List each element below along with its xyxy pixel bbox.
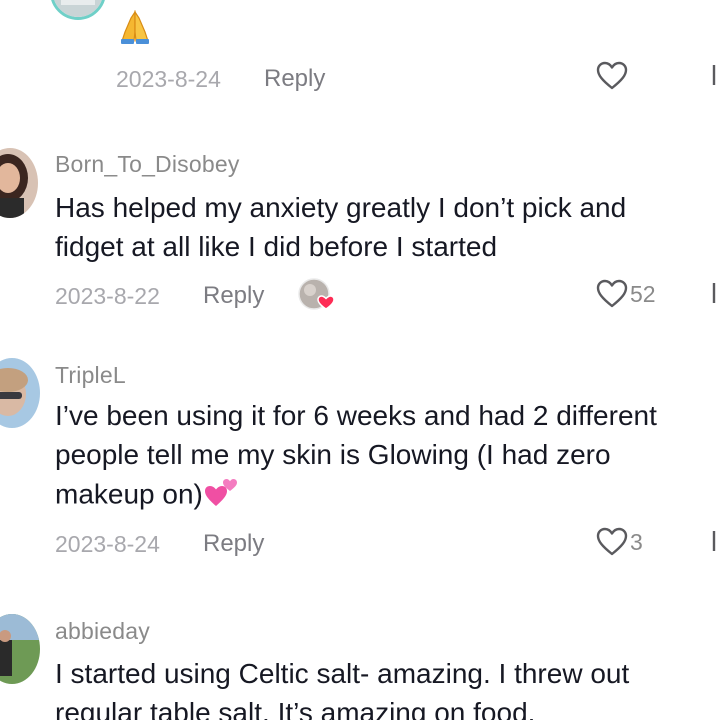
dislike-button[interactable] xyxy=(710,279,720,314)
comment-username[interactable]: abbieday xyxy=(55,618,150,645)
heart-outline-icon xyxy=(596,279,628,308)
dislike-button[interactable] xyxy=(710,61,720,96)
comment-text-line: makeup on) xyxy=(55,474,657,519)
avatar[interactable] xyxy=(50,0,106,20)
comment-text-line: people tell me my skin is Glowing (I had… xyxy=(55,438,611,470)
thumbs-down-outline-icon xyxy=(712,283,716,303)
comment-username[interactable]: Born_To_Disobey xyxy=(55,151,240,178)
comment-username[interactable]: TripleL xyxy=(55,362,126,389)
comment-text-line: Has helped my anxiety greatly I don’t pi… xyxy=(55,192,627,223)
comment-text-line: I’ve been using it for 6 weeks and had 2… xyxy=(55,400,657,431)
comment-text: I’ve been using it for 6 weeks and had 2… xyxy=(55,397,657,519)
comment-text-line: regular table salt. It’s amazing on food… xyxy=(55,696,536,720)
folded-hands-emoji xyxy=(116,8,154,55)
comment-date: 2023-8-24 xyxy=(116,66,221,92)
comment-text: I started using Celtic salt- amazing. I … xyxy=(55,655,629,720)
like-count: 52 xyxy=(630,280,656,307)
creator-liked-badge xyxy=(298,278,335,312)
comment-date: 2023-8-24 xyxy=(55,531,160,557)
comment-text-line: I started using Celtic salt- amazing. I … xyxy=(55,658,630,689)
thumbs-down-outline-icon xyxy=(712,531,716,551)
comments-panel: 🙏 2023-8-24 Reply Born_To_Disobey Has he… xyxy=(0,0,720,720)
like-button[interactable]: 3 xyxy=(596,527,643,557)
comment-date: 2023-8-22 xyxy=(55,283,160,309)
comment-text: Has helped my anxiety greatly I don’t pi… xyxy=(55,189,626,266)
avatar[interactable] xyxy=(0,148,38,218)
reply-button[interactable]: Reply xyxy=(203,530,264,558)
two-hearts-emoji xyxy=(203,474,239,519)
like-button[interactable]: 52 xyxy=(596,279,656,309)
like-count: 3 xyxy=(630,528,643,555)
heart-outline-icon xyxy=(596,61,628,90)
dislike-button[interactable] xyxy=(710,527,720,562)
heart-outline-icon xyxy=(596,527,628,556)
comment-text-line: fidget at all like I did before I starte… xyxy=(55,230,498,262)
thumbs-down-outline-icon xyxy=(712,65,716,85)
like-button[interactable] xyxy=(596,61,630,91)
comment-text: 🙏 xyxy=(116,8,154,55)
avatar[interactable] xyxy=(0,358,40,428)
reply-button[interactable]: Reply xyxy=(203,282,264,310)
avatar[interactable] xyxy=(0,614,40,684)
reply-button[interactable]: Reply xyxy=(264,65,325,93)
